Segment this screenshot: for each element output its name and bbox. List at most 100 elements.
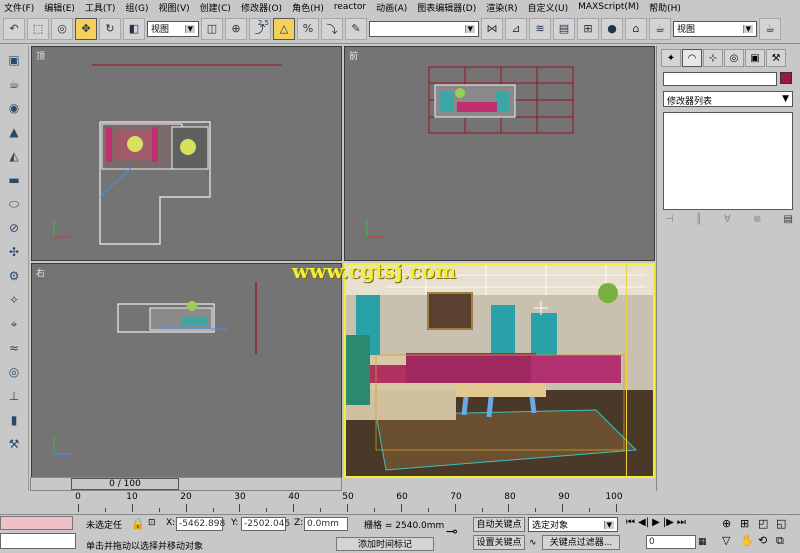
viewport-right[interactable]: 右 — [31, 263, 342, 478]
field-of-view-icon[interactable]: ▽ — [722, 534, 740, 548]
viewport-perspective[interactable]: www.cgtsj.com — [292, 259, 655, 478]
can-icon[interactable]: ▮ — [4, 410, 24, 430]
knot-icon[interactable]: ✣ — [4, 242, 24, 262]
mirror-tool-icon[interactable]: ⋈ — [481, 17, 503, 40]
viewport-front[interactable]: 前 — [344, 46, 655, 261]
track-bar[interactable]: 0 10 20 30 40 50 60 70 80 90 100 — [75, 492, 623, 514]
tube-icon[interactable]: ⊘ — [4, 218, 24, 238]
key-filters-button[interactable]: 关键点过滤器... — [542, 535, 620, 550]
spinner-snap-icon[interactable]: ⤵ — [321, 17, 343, 40]
window-crossing-icon[interactable]: ◎ — [51, 17, 73, 40]
time-slider[interactable]: 0 / 100 — [30, 477, 342, 491]
menu-character[interactable]: 角色(H) — [288, 1, 330, 14]
play-icon[interactable]: ▶ — [652, 517, 660, 528]
schematic-icon[interactable]: ⊞ — [577, 17, 599, 40]
modifier-stack[interactable] — [663, 112, 793, 210]
lock-icon[interactable]: 🔒 — [131, 517, 145, 530]
y-coord-field[interactable]: -2502.045 — [241, 517, 290, 531]
key-selection-select[interactable]: 选定对象 ▼ — [528, 517, 618, 532]
render-setup-icon[interactable]: ⌂ — [625, 17, 647, 40]
zoom-icon[interactable]: ⊕ — [722, 517, 740, 530]
object-color-swatch[interactable] — [780, 72, 792, 84]
next-frame-icon[interactable]: |▶ — [663, 517, 674, 528]
auto-key-button[interactable]: 自动关键点 — [473, 517, 525, 532]
key-filter-icon[interactable]: ∿ — [529, 538, 537, 548]
modifier-list-select[interactable]: 修改器列表 ▼ — [663, 91, 793, 107]
time-slider-thumb[interactable]: 0 / 100 — [71, 478, 179, 490]
menu-help[interactable]: 帮助(H) — [645, 1, 687, 14]
pivot-icon[interactable]: ◫ — [201, 17, 223, 40]
go-to-start-icon[interactable]: ⏮ — [626, 517, 635, 528]
menu-graph-editors[interactable]: 图表编辑器(D) — [413, 1, 482, 14]
select-region-icon[interactable]: ⬚ — [27, 17, 49, 40]
modify-tab-icon[interactable]: ◠ — [682, 49, 702, 67]
layer-icon[interactable]: ≋ — [529, 17, 551, 40]
named-selection-select[interactable]: ▼ — [369, 20, 479, 37]
viewport-front-label[interactable]: 前 — [349, 49, 358, 62]
mirror-icon[interactable]: ⊕ — [225, 17, 247, 40]
menu-rendering[interactable]: 渲染(R) — [482, 1, 523, 14]
configure-sets-icon[interactable]: ▤ — [784, 214, 793, 225]
display-tab-icon[interactable]: ▣ — [745, 49, 765, 67]
x-coord-field[interactable]: -5462.898 — [176, 517, 225, 531]
pan-icon[interactable]: ✋ — [740, 534, 758, 548]
menu-edit[interactable]: 编辑(E) — [40, 1, 81, 14]
key-icon[interactable]: ⊸ — [446, 524, 458, 540]
maximize-viewport-icon[interactable]: ⧉ — [776, 534, 794, 548]
go-to-end-icon[interactable]: ⏭ — [677, 517, 686, 528]
zoom-extents-icon[interactable]: ◰ — [758, 517, 776, 530]
menu-customize[interactable]: 自定义(U) — [524, 1, 575, 14]
maxscript-listener[interactable] — [0, 516, 73, 530]
angle-snap-icon[interactable]: △ — [273, 17, 295, 40]
object-name-field[interactable] — [663, 72, 777, 86]
menu-modifiers[interactable]: 修改器(O) — [237, 1, 288, 14]
box-icon[interactable]: ▣ — [4, 50, 24, 70]
z-coord-field[interactable]: 0.0mm — [304, 517, 348, 531]
render-view-select[interactable]: 视图 ▼ — [673, 20, 757, 37]
menu-reactor[interactable]: reactor — [330, 2, 372, 12]
absolute-mode-icon[interactable]: ⊡ — [148, 518, 156, 528]
zoom-all-icon[interactable]: ⊞ — [740, 517, 758, 530]
percent-snap-icon[interactable]: % — [297, 17, 319, 40]
zoom-extents-all-icon[interactable]: ◱ — [776, 517, 794, 530]
motion-tab-icon[interactable]: ◎ — [724, 49, 744, 67]
curve-editor-icon[interactable]: ▤ — [553, 17, 575, 40]
menu-group[interactable]: 组(G) — [121, 1, 154, 14]
material-editor-icon[interactable]: ● — [601, 17, 623, 40]
reference-coord-select[interactable]: 视图 ▼ — [147, 20, 199, 37]
maxscript-mini-listener[interactable] — [0, 533, 76, 549]
select-scale-icon[interactable]: ◧ — [123, 17, 145, 40]
gear-icon[interactable]: ⚙ — [4, 266, 24, 286]
previous-frame-icon[interactable]: ◀| — [638, 517, 649, 528]
pin-stack-icon[interactable]: ⊣ — [665, 214, 674, 225]
menu-views[interactable]: 视图(V) — [154, 1, 195, 14]
ring-icon[interactable]: ◎ — [4, 362, 24, 382]
orbit-icon[interactable]: ⟲ — [758, 534, 776, 548]
hierarchy-tab-icon[interactable]: ⊹ — [703, 49, 723, 67]
viewport-top[interactable]: 顶 — [31, 46, 342, 261]
pyramid-icon[interactable]: ◭ — [4, 146, 24, 166]
bar-icon[interactable]: ▬ — [4, 170, 24, 190]
menu-tools[interactable]: 工具(T) — [81, 1, 122, 14]
snap-icon[interactable]: 2.5 ⤴ — [249, 17, 271, 40]
set-key-button[interactable]: 设置关键点 — [473, 535, 525, 550]
named-selection-icon[interactable]: ✎ — [345, 17, 367, 40]
menu-create[interactable]: 创建(C) — [196, 1, 237, 14]
viewport-top-label[interactable]: 顶 — [36, 49, 45, 62]
show-end-result-icon[interactable]: ║ — [696, 214, 702, 225]
create-tab-icon[interactable]: ✦ — [661, 49, 681, 67]
current-frame-field[interactable]: 0 — [646, 535, 696, 549]
wave-icon[interactable]: ≈ — [4, 338, 24, 358]
render-icon[interactable]: ☕ — [759, 17, 781, 40]
viewport-right-label[interactable]: 右 — [36, 266, 45, 279]
sphere-icon[interactable]: ◉ — [4, 98, 24, 118]
add-time-tag-button[interactable]: 添加时间标记 — [336, 537, 434, 551]
time-config-icon[interactable]: ▦ — [698, 537, 707, 547]
align-icon[interactable]: ⊿ — [505, 17, 527, 40]
undo-icon[interactable]: ↶ — [3, 17, 25, 40]
select-move-icon[interactable]: ✥ — [75, 17, 97, 40]
teapot-icon[interactable]: ☕ — [4, 74, 24, 94]
make-unique-icon[interactable]: ∀ — [724, 214, 731, 225]
bone-icon[interactable]: ⊥ — [4, 386, 24, 406]
camera-icon[interactable]: ⌖ — [4, 314, 24, 334]
